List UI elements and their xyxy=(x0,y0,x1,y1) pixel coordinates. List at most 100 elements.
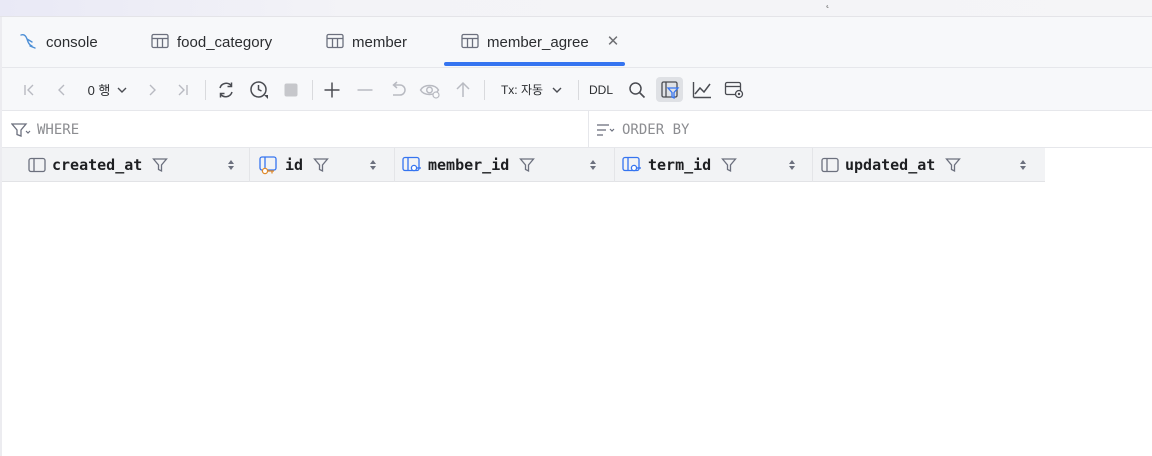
next-page-button[interactable] xyxy=(141,68,163,111)
console-icon xyxy=(18,31,38,55)
column-name: term_id xyxy=(648,156,712,174)
column-filter-icon[interactable] xyxy=(945,157,962,173)
toolbar-separator xyxy=(578,80,579,100)
ddl-button[interactable]: DDL xyxy=(587,68,615,111)
view-settings-button[interactable] xyxy=(722,68,746,111)
column-name: id xyxy=(285,156,304,174)
add-row-button[interactable] xyxy=(321,68,343,111)
chevron-down-icon xyxy=(552,87,562,93)
last-page-icon xyxy=(178,84,188,95)
tab-food-category[interactable]: food_category xyxy=(151,17,272,68)
toolbar-separator xyxy=(205,80,206,100)
tab-member[interactable]: member xyxy=(326,17,407,68)
sort-arrows-icon xyxy=(590,160,596,170)
stop-icon xyxy=(284,83,298,96)
chevron-down-icon xyxy=(117,87,127,93)
column-filter-icon[interactable] xyxy=(519,157,536,173)
table-icon xyxy=(461,33,479,53)
empty-result-grid xyxy=(2,182,1152,456)
where-placeholder: WHERE xyxy=(37,121,80,138)
chevron-right-icon xyxy=(149,84,156,95)
column-name: updated_at xyxy=(845,156,936,174)
last-page-button[interactable] xyxy=(172,68,194,111)
submit-button[interactable] xyxy=(452,68,474,111)
filter-table-icon xyxy=(661,80,680,99)
revert-button[interactable] xyxy=(387,68,409,111)
tab-member-agree[interactable]: member_agree ✕ xyxy=(461,17,619,68)
table-icon xyxy=(151,33,169,53)
column-name: member_id xyxy=(428,156,510,174)
active-tab-indicator xyxy=(444,62,625,66)
previous-page-button[interactable] xyxy=(51,68,73,111)
column-icon xyxy=(28,157,46,173)
toolbar-separator xyxy=(312,80,313,100)
sort-icon xyxy=(597,123,615,136)
transaction-mode-dropdown[interactable]: Tx: 자동 xyxy=(496,68,568,111)
column-divider[interactable] xyxy=(812,148,813,182)
window-title-strip: ˛ xyxy=(0,0,1152,17)
ddl-label: DDL xyxy=(588,82,613,97)
refresh-button[interactable] xyxy=(214,68,238,111)
column-icon xyxy=(821,157,839,173)
column-divider[interactable] xyxy=(394,148,395,182)
column-sort-id[interactable] xyxy=(368,148,378,182)
tab-label: member_agree xyxy=(487,34,589,51)
column-header-id[interactable]: id xyxy=(259,148,329,182)
editor-tab-bar: console food_category member member_agre… xyxy=(2,17,1152,68)
primary-key-column-icon xyxy=(259,156,277,175)
chevron-left-icon xyxy=(58,84,65,95)
first-page-icon xyxy=(24,84,34,95)
eye-icon xyxy=(419,84,440,99)
search-icon xyxy=(629,81,646,98)
order-by-input[interactable]: ORDER BY xyxy=(596,111,689,148)
arrow-up-icon xyxy=(456,81,470,97)
clock-icon xyxy=(250,80,268,99)
column-sort-created-at[interactable] xyxy=(226,148,236,182)
chart-button[interactable] xyxy=(690,68,714,111)
where-filter-input[interactable]: WHERE xyxy=(11,111,79,148)
row-count-dropdown[interactable]: 0 행 xyxy=(84,68,132,111)
column-header-updated-at[interactable]: updated_at xyxy=(821,148,962,182)
chart-icon xyxy=(692,81,711,98)
preview-changes-button[interactable] xyxy=(418,68,442,111)
close-tab-icon[interactable]: ✕ xyxy=(607,32,620,50)
sort-arrows-icon xyxy=(1020,160,1026,170)
column-divider[interactable] xyxy=(249,148,250,182)
first-page-button[interactable] xyxy=(18,68,40,111)
column-filter-icon[interactable] xyxy=(721,157,738,173)
column-sort-updated-at[interactable] xyxy=(1018,148,1028,182)
filter-bar: WHERE ORDER BY xyxy=(2,111,1152,148)
sort-arrows-icon xyxy=(228,160,234,170)
toolbar-separator xyxy=(484,80,485,100)
tab-label: food_category xyxy=(177,34,273,51)
column-sort-member-id[interactable] xyxy=(588,148,598,182)
tab-label: member xyxy=(352,34,408,51)
tab-console[interactable]: console xyxy=(18,17,98,68)
column-divider[interactable] xyxy=(614,148,615,182)
delete-row-button[interactable] xyxy=(354,68,376,111)
column-sort-term-id[interactable] xyxy=(787,148,797,182)
data-editor-toolbar: 0 행 Tx: 자동 DDL xyxy=(2,68,1152,111)
undo-icon xyxy=(392,80,406,96)
auto-refresh-button[interactable] xyxy=(247,68,271,111)
filter-icon xyxy=(11,122,31,137)
column-name: created_at xyxy=(52,156,143,174)
table-settings-icon xyxy=(724,81,744,98)
column-filter-icon[interactable] xyxy=(313,157,329,173)
column-filter-icon[interactable] xyxy=(152,157,169,173)
order-by-placeholder: ORDER BY xyxy=(622,121,690,138)
row-count-label: 0 행 xyxy=(87,83,111,98)
filter-toggle-button[interactable] xyxy=(658,68,682,111)
table-icon xyxy=(326,33,344,53)
column-header-member-id[interactable]: member_id xyxy=(402,148,536,182)
grid-header-row: created_at id member_id term_id updated_… xyxy=(2,148,1045,182)
column-header-created-at[interactable]: created_at xyxy=(28,148,169,182)
minus-icon xyxy=(357,88,373,91)
stop-button[interactable] xyxy=(280,68,302,111)
foreign-key-column-icon xyxy=(622,156,641,172)
tab-label: console xyxy=(46,34,98,51)
search-button[interactable] xyxy=(626,68,648,111)
column-header-term-id[interactable]: term_id xyxy=(622,148,738,182)
title-strip-fragment-icon: ˛ xyxy=(826,0,830,8)
sort-arrows-icon xyxy=(370,160,376,170)
